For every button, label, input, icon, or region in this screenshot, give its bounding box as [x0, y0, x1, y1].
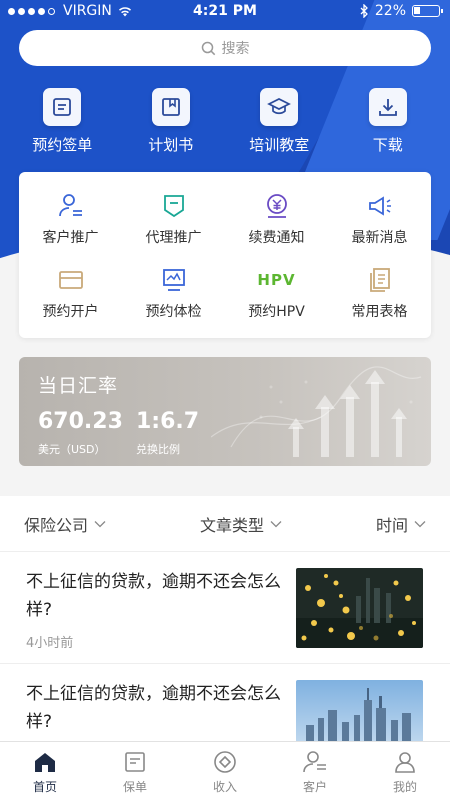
tab-label: 收入	[212, 779, 237, 794]
tab-label: 首页	[32, 779, 57, 794]
book-icon	[151, 88, 190, 126]
quick-action-label: 培训教室	[249, 136, 310, 154]
hpv-icon-text: HPV	[257, 271, 296, 289]
filter-label: 时间	[375, 515, 408, 535]
tab-home[interactable]: 首页	[0, 742, 90, 801]
rate-title: 当日汇率	[38, 375, 119, 397]
feature-label: 代理推广	[145, 230, 202, 246]
profile-icon	[392, 749, 418, 775]
feature-renewal-notice[interactable]: 续费通知	[225, 182, 328, 256]
quick-action-label: 预约签单	[32, 136, 93, 154]
feature-open-account[interactable]: 预约开户	[19, 256, 122, 330]
usd-rate-label: 美元（USD）	[38, 443, 106, 456]
forms-icon	[365, 265, 395, 295]
article-list: 不上征信的贷款，逾期不还会怎么样? 4小时前 不上征信的贷款，逾期不还会怎么样?	[0, 552, 450, 776]
article-title: 不上征信的贷款，逾期不还会怎么样?	[26, 572, 281, 620]
feature-agent-promotion[interactable]: 代理推广	[122, 182, 225, 256]
battery-percent: 22%	[374, 3, 406, 19]
bottom-tab-bar: 首页 保单 收入 客户 我的	[0, 741, 450, 801]
tab-income[interactable]: 收入	[180, 742, 270, 801]
tab-label: 我的	[392, 779, 417, 794]
bluetooth-icon	[360, 4, 368, 18]
filter-insurance-company[interactable]: 保险公司	[24, 512, 106, 536]
exchange-ratio-value: 1:6.7	[136, 409, 200, 434]
megaphone-icon	[365, 191, 395, 221]
filter-label: 文章类型	[199, 515, 264, 535]
filter-article-type[interactable]: 文章类型	[200, 512, 282, 536]
tab-customer[interactable]: 客户	[270, 742, 360, 801]
home-screen: VIRGIN 4:21 PM 22% 搜索 预约签单 计划书 培训教室 下载 客…	[0, 0, 450, 801]
feature-label: 预约HPV	[248, 304, 305, 320]
graduation-cap-icon	[260, 88, 299, 126]
filter-label: 保险公司	[24, 515, 89, 535]
feature-latest-news[interactable]: 最新消息	[328, 182, 431, 256]
article-time: 4小时前	[26, 636, 74, 651]
feature-label: 最新消息	[351, 230, 408, 246]
quick-action-download[interactable]: 下载	[340, 88, 436, 155]
status-bar: VIRGIN 4:21 PM 22%	[0, 0, 450, 24]
feature-customer-promotion[interactable]: 客户推广	[19, 182, 122, 256]
download-icon	[368, 88, 407, 126]
chevron-down-icon	[94, 520, 106, 527]
policy-icon	[122, 749, 148, 775]
feature-label: 常用表格	[351, 304, 408, 320]
quick-action-training[interactable]: 培训教室	[231, 88, 327, 155]
tab-label: 保单	[122, 779, 147, 794]
quick-action-label: 计划书	[148, 136, 194, 154]
monitor-icon	[159, 265, 189, 295]
card-icon	[56, 265, 86, 295]
feature-label: 预约开户	[42, 304, 99, 320]
feature-label: 预约体检	[145, 304, 202, 320]
feature-health-check[interactable]: 预约体检	[122, 256, 225, 330]
chevron-down-icon	[414, 520, 426, 527]
exchange-ratio-label: 兑换比例	[136, 443, 180, 456]
feature-grid: 客户推广 代理推广 续费通知 最新消息 预约开户 预约体检 HPV 预约HPV …	[19, 172, 431, 338]
search-bar[interactable]: 搜索	[19, 30, 431, 66]
tag-icon	[159, 191, 189, 221]
usd-rate-value: 670.23	[38, 409, 123, 434]
article-item[interactable]: 不上征信的贷款，逾期不还会怎么样? 4小时前	[0, 552, 450, 664]
filter-time[interactable]: 时间	[376, 512, 426, 536]
feature-label: 客户推广	[42, 230, 99, 246]
search-placeholder: 搜索	[221, 41, 250, 57]
user-list-icon	[56, 191, 86, 221]
article-filter-bar: 保险公司 文章类型 时间	[0, 496, 450, 552]
home-icon	[32, 749, 58, 775]
feature-label: 续费通知	[248, 230, 305, 246]
quick-action-label: 下载	[372, 136, 403, 154]
exchange-rate-card[interactable]: 当日汇率 670.23 1:6.7 美元（USD） 兑换比例	[19, 357, 431, 466]
quick-action-appointment-sign[interactable]: 预约签单	[14, 88, 110, 155]
search-icon	[201, 41, 215, 55]
feature-common-forms[interactable]: 常用表格	[328, 256, 431, 330]
customer-icon	[302, 749, 328, 775]
battery-icon	[412, 5, 443, 17]
rate-background-graphic	[211, 366, 422, 457]
hpv-icon: HPV	[257, 265, 294, 295]
document-icon	[43, 88, 82, 126]
quick-actions: 预约签单 计划书 培训教室 下载	[0, 88, 450, 155]
chevron-down-icon	[270, 520, 282, 527]
article-thumbnail-night-city	[296, 568, 423, 648]
tab-profile[interactable]: 我的	[360, 742, 450, 801]
tab-label: 客户	[302, 779, 327, 794]
income-icon	[212, 749, 238, 775]
article-title: 不上征信的贷款，逾期不还会怎么样?	[26, 684, 281, 732]
yuan-icon	[262, 191, 292, 221]
feature-hpv-appointment[interactable]: HPV 预约HPV	[225, 256, 328, 330]
quick-action-plan-book[interactable]: 计划书	[123, 88, 219, 155]
tab-policy[interactable]: 保单	[90, 742, 180, 801]
